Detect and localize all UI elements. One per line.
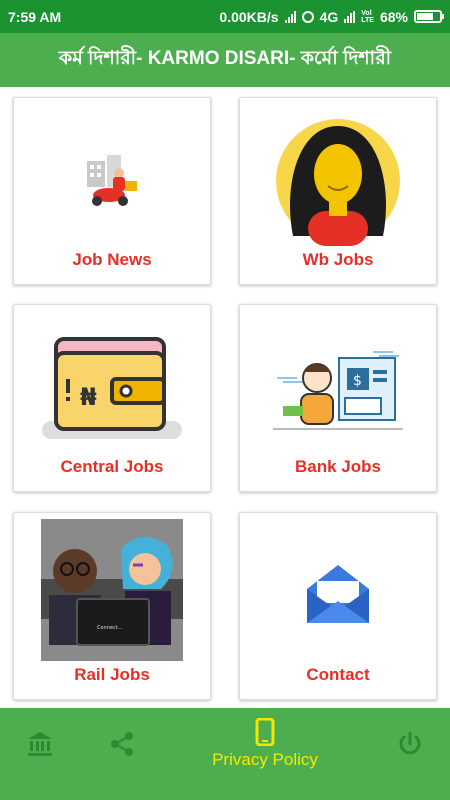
network-speed: 0.00KB/s [219, 8, 279, 25]
bottom-nav: Privacy Policy [0, 708, 450, 800]
card-contact[interactable]: Contact [239, 512, 437, 700]
battery-percent: 68% [379, 8, 408, 25]
nav-label: Privacy Policy [212, 750, 318, 769]
atm-man-illustration: $ [240, 313, 436, 463]
card-label: Rail Jobs [74, 665, 150, 684]
alarm-icon [301, 10, 314, 23]
app-title: কর্ম দিশারী- KARMO DISARI- কর্মো দিশারী [58, 48, 392, 69]
card-label: Wb Jobs [302, 250, 374, 269]
battery-icon [414, 10, 444, 23]
card-label: Bank Jobs [295, 457, 381, 476]
svg-text:$: $ [353, 373, 362, 389]
laptop-screen-text: Connect... [97, 625, 123, 631]
woman-avatar-illustration [240, 106, 436, 256]
card-bank-jobs[interactable]: $ Bank Jobs [239, 304, 437, 492]
envelope-icon [240, 521, 436, 671]
status-indicators: 0.00KB/s 4G Vol LTE 68% [219, 8, 444, 25]
card-label: Job News [72, 250, 152, 269]
signal-icon [284, 10, 296, 23]
network-type: 4G [319, 8, 339, 25]
card-rail-jobs[interactable]: Connect... Rail Jobs [13, 512, 211, 700]
svg-text:₦: ₦ [80, 383, 97, 411]
card-central-jobs[interactable]: ₦ Central Jobs [13, 304, 211, 492]
nav-bank[interactable] [22, 708, 58, 780]
power-icon [399, 731, 421, 755]
volte-icon: Vol LTE [361, 9, 374, 24]
signal-icon-2 [344, 10, 356, 23]
bank-icon [28, 732, 52, 756]
menu-grid: Job News Wb Jobs ₦ Central Jobs $ Bank J… [0, 87, 450, 708]
status-bar: 7:59 AM 0.00KB/s 4G Vol LTE 68% [0, 0, 450, 33]
nav-share[interactable] [104, 708, 140, 780]
nav-privacy-policy[interactable]: Privacy Policy [195, 708, 335, 780]
card-wb-jobs[interactable]: Wb Jobs [239, 97, 437, 285]
card-label: Contact [306, 665, 370, 684]
share-icon [111, 732, 133, 756]
delivery-scooter-illustration [14, 106, 210, 256]
nav-exit[interactable] [394, 708, 426, 780]
people-laptop-photo: Connect... [14, 519, 210, 661]
app-bar: কর্ম দিশারী- KARMO DISARI- কর্মো দিশারী [0, 33, 450, 87]
phone-icon [255, 718, 275, 746]
status-time: 7:59 AM [8, 8, 62, 25]
card-label: Central Jobs [60, 457, 164, 476]
wallet-illustration: ₦ [14, 313, 210, 463]
card-job-news[interactable]: Job News [13, 97, 211, 285]
